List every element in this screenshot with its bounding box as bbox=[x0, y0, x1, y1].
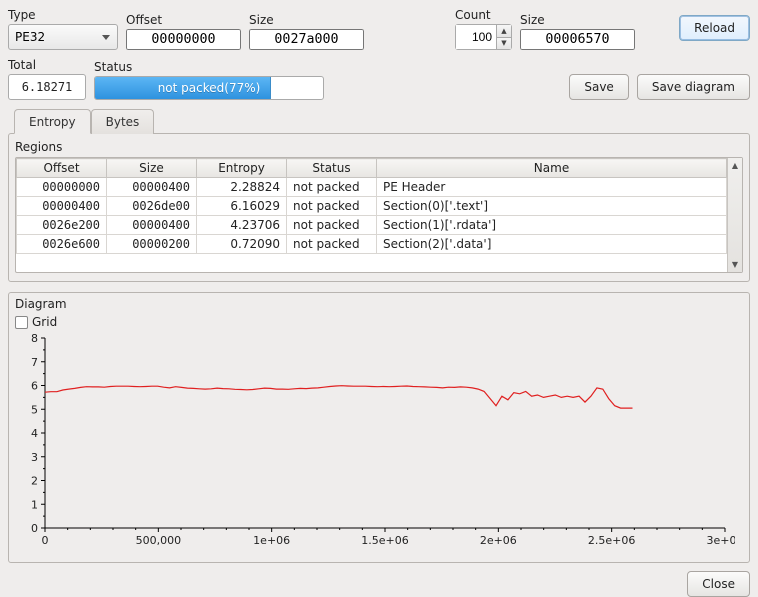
regions-table[interactable]: Offset Size Entropy Status Name 00000000… bbox=[16, 158, 727, 254]
svg-text:1: 1 bbox=[31, 498, 38, 511]
status-progress: not packed(77%) bbox=[94, 76, 324, 100]
regions-scrollbar[interactable]: ▲ ▼ bbox=[727, 158, 742, 272]
entropy-chart: 0 1 2 3 4 5 6 7 8 0 500,000 1e+06 1.5e+06 2e+06 2.5e+0… bbox=[15, 333, 735, 553]
table-row[interactable]: 000004000026de006.16029not packedSection… bbox=[17, 197, 727, 216]
svg-text:2.5e+06: 2.5e+06 bbox=[588, 534, 635, 547]
count-spinner[interactable]: ▲ ▼ bbox=[455, 24, 512, 50]
size1-input[interactable] bbox=[249, 29, 364, 50]
save-diagram-button[interactable]: Save diagram bbox=[637, 74, 750, 100]
tab-bytes[interactable]: Bytes bbox=[91, 109, 155, 134]
col-status[interactable]: Status bbox=[287, 159, 377, 178]
grid-label: Grid bbox=[32, 315, 57, 329]
svg-text:7: 7 bbox=[31, 356, 38, 369]
count-label: Count bbox=[455, 8, 512, 22]
diagram-label: Diagram bbox=[15, 297, 743, 311]
svg-text:0: 0 bbox=[31, 522, 38, 535]
regions-label: Regions bbox=[15, 140, 743, 154]
svg-text:4: 4 bbox=[31, 427, 38, 440]
grid-checkbox[interactable] bbox=[15, 316, 28, 329]
offset-label: Offset bbox=[126, 13, 241, 27]
svg-text:2: 2 bbox=[31, 475, 38, 488]
svg-text:3e+06: 3e+06 bbox=[707, 534, 735, 547]
type-select[interactable]: PE32 bbox=[8, 24, 118, 50]
close-button[interactable]: Close bbox=[687, 571, 750, 597]
svg-text:3: 3 bbox=[31, 451, 38, 464]
size2-label: Size bbox=[520, 13, 635, 27]
scroll-up-icon[interactable]: ▲ bbox=[728, 158, 742, 173]
size1-label: Size bbox=[249, 13, 364, 27]
col-name[interactable]: Name bbox=[377, 159, 727, 178]
svg-text:0: 0 bbox=[42, 534, 49, 547]
total-label: Total bbox=[8, 58, 86, 72]
svg-text:500,000: 500,000 bbox=[136, 534, 182, 547]
col-entropy[interactable]: Entropy bbox=[197, 159, 287, 178]
svg-text:6: 6 bbox=[31, 380, 38, 393]
count-up[interactable]: ▲ bbox=[497, 25, 511, 38]
svg-text:8: 8 bbox=[31, 333, 38, 345]
count-down[interactable]: ▼ bbox=[497, 38, 511, 50]
status-label: Status bbox=[94, 60, 324, 74]
size2-input[interactable] bbox=[520, 29, 635, 50]
tab-entropy[interactable]: Entropy bbox=[14, 109, 91, 134]
col-size[interactable]: Size bbox=[107, 159, 197, 178]
svg-text:1e+06: 1e+06 bbox=[253, 534, 290, 547]
col-offset[interactable]: Offset bbox=[17, 159, 107, 178]
svg-text:5: 5 bbox=[31, 403, 38, 416]
svg-text:2e+06: 2e+06 bbox=[480, 534, 517, 547]
reload-button[interactable]: Reload bbox=[679, 15, 750, 41]
total-value: 6.18271 bbox=[8, 74, 86, 100]
svg-text:1.5e+06: 1.5e+06 bbox=[361, 534, 408, 547]
count-input[interactable] bbox=[456, 25, 496, 49]
type-label: Type bbox=[8, 8, 118, 22]
table-row[interactable]: 00000000000004002.28824not packedPE Head… bbox=[17, 178, 727, 197]
offset-input[interactable] bbox=[126, 29, 241, 50]
scroll-down-icon[interactable]: ▼ bbox=[728, 257, 742, 272]
table-row[interactable]: 0026e200000004004.23706not packedSection… bbox=[17, 216, 727, 235]
save-button[interactable]: Save bbox=[569, 74, 628, 100]
table-row[interactable]: 0026e600000002000.72090not packedSection… bbox=[17, 235, 727, 254]
